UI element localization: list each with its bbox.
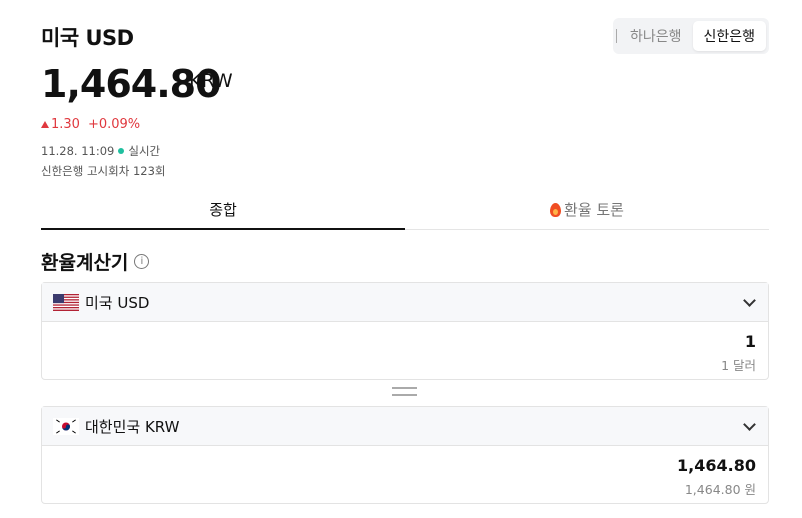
to-amount-input[interactable]: 1,464.80 — [677, 456, 756, 475]
live-label: 실시간 — [128, 144, 161, 158]
tab-bar: 종합 환율 토론 — [41, 194, 769, 230]
calculator-title-text: 환율계산기 — [41, 252, 129, 274]
from-currency-label: 미국 USD — [85, 293, 150, 312]
rate-change: 1.30 +0.09% — [41, 117, 140, 132]
to-currency-box: 대한민국 KRW 1,464.80 1,464.80 원 — [41, 406, 769, 504]
change-amount-group: 1.30 — [41, 117, 80, 132]
chevron-down-icon[interactable] — [743, 294, 756, 307]
live-dot-icon — [118, 148, 125, 154]
chevron-down-icon[interactable] — [743, 418, 756, 431]
up-triangle-icon — [41, 121, 49, 128]
from-amount-input[interactable]: 1 — [745, 332, 756, 351]
from-amount-text: 1 달러 — [721, 358, 756, 373]
from-amount-area[interactable]: 1 1 달러 — [42, 322, 768, 380]
notice-round: 신한은행 고시회차 123회 — [41, 164, 166, 178]
calculator-title: 환율계산기 i — [41, 248, 150, 275]
to-amount-text: 1,464.80 원 — [684, 482, 756, 497]
to-currency-label: 대한민국 KRW — [85, 417, 180, 436]
info-icon[interactable]: i — [134, 254, 150, 269]
change-percent: +0.09% — [87, 117, 141, 132]
bank-toggle: 하나은행 신한은행 — [613, 18, 769, 54]
fire-icon — [550, 202, 562, 217]
bank-button-hana[interactable]: 하나은행 — [616, 29, 693, 45]
bank-button-shinhan[interactable]: 신한은행 — [692, 21, 766, 51]
tab-overview-label: 종합 — [209, 200, 237, 219]
change-amount: 1.30 — [51, 117, 80, 132]
tab-discussion[interactable]: 환율 토론 — [405, 194, 769, 229]
timestamp-row: 11.28. 11:09 실시간 — [41, 143, 160, 159]
to-amount-area[interactable]: 1,464.80 1,464.80 원 — [42, 446, 768, 504]
swap-icon[interactable] — [392, 387, 417, 399]
to-currency-select[interactable]: 대한민국 KRW — [42, 407, 768, 446]
from-currency-box: 미국 USD 1 1 달러 — [41, 282, 769, 380]
tab-overview[interactable]: 종합 — [41, 194, 405, 230]
page-title: 미국 USD — [41, 26, 134, 50]
exchange-rate-unit: KRW — [189, 70, 233, 92]
kr-flag-icon — [53, 417, 79, 435]
timestamp: 11.28. 11:09 — [41, 144, 115, 158]
tab-discussion-label: 환율 토론 — [564, 201, 624, 219]
us-flag-icon — [53, 293, 79, 311]
from-currency-select[interactable]: 미국 USD — [42, 283, 768, 322]
